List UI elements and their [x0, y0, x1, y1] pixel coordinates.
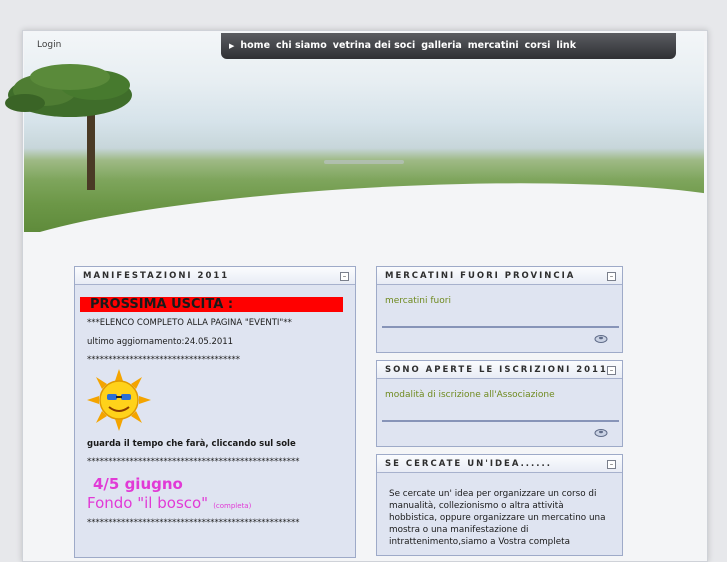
panel-header: MERCATINI FUORI PROVINCIA –	[377, 267, 622, 285]
idea-panel: SE CERCATE UN'IDEA...... – Se cercate un…	[376, 454, 623, 556]
nav-chi-siamo[interactable]: chi siamo	[276, 40, 327, 51]
weather-text[interactable]: guarda il tempo che farà, cliccando sul …	[87, 439, 350, 449]
mercatini-fuori-link[interactable]: mercatini fuori	[385, 296, 451, 306]
disk-icon[interactable]	[594, 334, 608, 343]
tree-icon	[5, 64, 132, 190]
collapse-icon[interactable]: –	[607, 366, 616, 375]
event-name: Fondo "il bosco"	[87, 494, 209, 512]
divider	[382, 420, 619, 422]
nav-arrow-icon: ▶	[229, 41, 235, 50]
update-line: ultimo aggiornamento:24.05.2011	[87, 337, 234, 347]
panel-header: SONO APERTE LE ISCRIZIONI 2011 –	[377, 361, 622, 379]
sun-icon[interactable]	[87, 369, 151, 431]
login-link[interactable]: Login	[37, 40, 61, 50]
stars-line: ****************************************…	[87, 457, 300, 467]
nav-link[interactable]: link	[556, 40, 576, 51]
banner-road	[324, 160, 404, 164]
mercatini-fuori-panel: MERCATINI FUORI PROVINCIA – mercatini fu…	[376, 266, 623, 353]
panel-header: SE CERCATE UN'IDEA...... –	[377, 455, 622, 473]
event-date: 4/5 giugno	[93, 475, 183, 493]
stars-line: ****************************************…	[87, 518, 300, 528]
idea-text: Se cercate un' idea per organizzare un c…	[389, 489, 606, 547]
divider	[382, 326, 619, 328]
iscrizione-link[interactable]: modalità di iscrizione all'Associazione	[385, 390, 555, 400]
collapse-icon[interactable]: –	[607, 272, 616, 281]
panel-title: MERCATINI FUORI PROVINCIA	[385, 271, 576, 281]
elenco-line: ***ELENCO COMPLETO ALLA PAGINA "EVENTI"*…	[87, 318, 292, 328]
collapse-icon[interactable]: –	[607, 460, 616, 469]
manifestazioni-panel: MANIFESTAZIONI 2011 – PROSSIMA USCITA : …	[74, 266, 356, 558]
event-note: (completa)	[213, 502, 252, 510]
nav-mercatini[interactable]: mercatini	[468, 40, 519, 51]
disk-icon[interactable]	[594, 428, 608, 437]
top-nav: ▶ home chi siamo vetrina dei soci galler…	[221, 33, 676, 59]
nav-home[interactable]: home	[240, 40, 270, 51]
nav-vetrina-dei-soci[interactable]: vetrina dei soci	[333, 40, 415, 51]
iscrizioni-panel: SONO APERTE LE ISCRIZIONI 2011 – modalit…	[376, 360, 623, 447]
prossima-uscita-banner: PROSSIMA USCITA :	[80, 297, 343, 312]
nav-corsi[interactable]: corsi	[525, 40, 551, 51]
panel-title: MANIFESTAZIONI 2011	[83, 271, 230, 281]
collapse-icon[interactable]: –	[340, 272, 349, 281]
nav-galleria[interactable]: galleria	[421, 40, 462, 51]
panel-header: MANIFESTAZIONI 2011 –	[75, 267, 355, 285]
stars-line: ************************************	[87, 355, 240, 365]
panel-title: SE CERCATE UN'IDEA......	[385, 459, 552, 469]
panel-title: SONO APERTE LE ISCRIZIONI 2011	[385, 365, 608, 375]
